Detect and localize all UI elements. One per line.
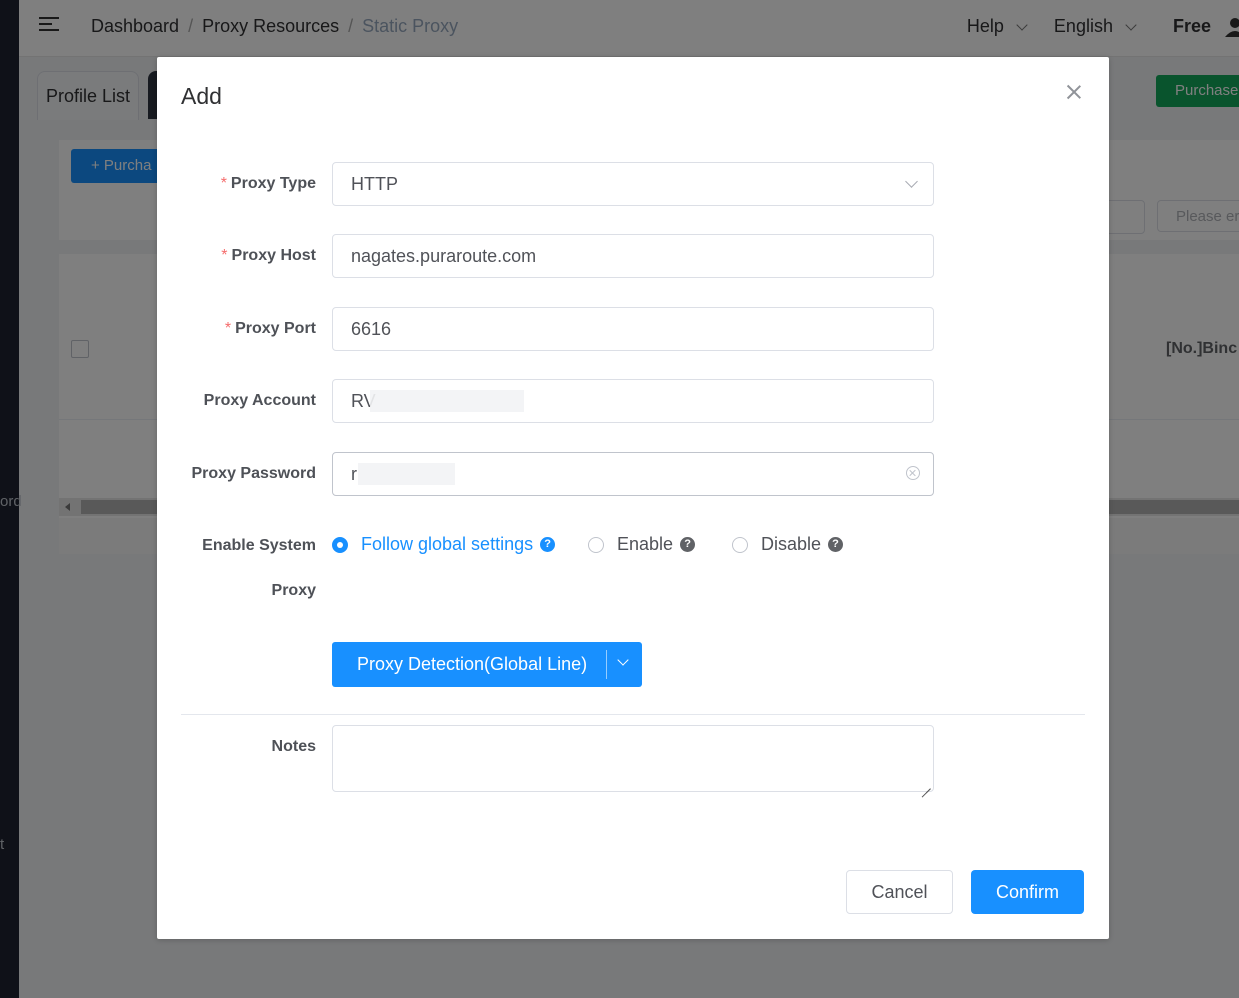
proxy-port-input[interactable]: 6616	[332, 307, 934, 351]
proxy-type-value: HTTP	[351, 174, 398, 194]
dialog-title: Add	[181, 83, 222, 109]
radio-unchecked-icon	[732, 536, 748, 553]
proxy-host-input[interactable]: nagates.puraroute.com	[332, 234, 934, 278]
redaction-mask	[358, 463, 455, 485]
radio-checked-icon	[332, 536, 348, 553]
divider	[181, 714, 1085, 715]
required-mark: *	[221, 247, 228, 264]
system-proxy-label-line1: Enable System	[202, 537, 316, 554]
proxy-password-input[interactable]: r	[332, 452, 934, 496]
radio-enable-label: Enable	[617, 534, 674, 554]
proxy-account-label: Proxy Account	[203, 392, 316, 409]
radio-unchecked-icon	[588, 536, 604, 553]
proxy-host-label-text: Proxy Host	[231, 247, 316, 264]
proxy-host-label: * Proxy Host	[221, 247, 316, 265]
close-icon[interactable]	[1067, 85, 1081, 99]
proxy-detection-label: Proxy Detection(Global Line)	[357, 654, 588, 674]
notes-label: Notes	[271, 738, 316, 755]
redaction-mask	[370, 390, 524, 412]
radio-follow-global[interactable]: Follow global settings ?	[332, 534, 556, 555]
proxy-password-value: r	[351, 464, 357, 484]
proxy-type-select[interactable]: HTTP	[332, 162, 934, 206]
chevron-down-icon[interactable]	[617, 654, 629, 666]
cancel-button[interactable]: Cancel	[846, 870, 953, 914]
system-proxy-label-line2: Proxy	[271, 582, 316, 599]
confirm-button[interactable]: Confirm	[971, 870, 1084, 914]
radio-enable[interactable]: Enable ?	[588, 534, 696, 555]
proxy-type-label: * Proxy Type	[221, 175, 316, 193]
help-icon[interactable]: ?	[540, 537, 556, 552]
notes-textarea[interactable]	[332, 725, 934, 792]
required-mark: *	[220, 175, 227, 192]
proxy-password-label: Proxy Password	[191, 465, 317, 482]
help-icon[interactable]: ?	[828, 537, 844, 552]
proxy-port-label: * Proxy Port	[225, 320, 316, 338]
clear-icon[interactable]	[906, 466, 920, 480]
proxy-port-label-text: Proxy Port	[235, 320, 316, 337]
proxy-type-label-text: Proxy Type	[230, 175, 316, 192]
proxy-account-input[interactable]: RV	[332, 379, 934, 423]
proxy-port-value: 6616	[351, 319, 392, 339]
help-icon[interactable]: ?	[680, 537, 696, 552]
resize-handle-icon[interactable]	[921, 779, 931, 789]
divider	[606, 650, 607, 679]
radio-disable[interactable]: Disable ?	[732, 534, 844, 555]
radio-disable-label: Disable	[761, 534, 822, 554]
proxy-detection-button[interactable]: Proxy Detection(Global Line)	[332, 642, 642, 687]
radio-follow-global-label: Follow global settings	[361, 534, 534, 554]
add-proxy-dialog: Add * Proxy Type HTTP * Proxy Host nagates…	[157, 57, 1109, 939]
chevron-down-icon	[905, 175, 918, 188]
required-mark: *	[224, 320, 232, 337]
proxy-host-value: nagates.puraroute.com	[351, 246, 537, 266]
